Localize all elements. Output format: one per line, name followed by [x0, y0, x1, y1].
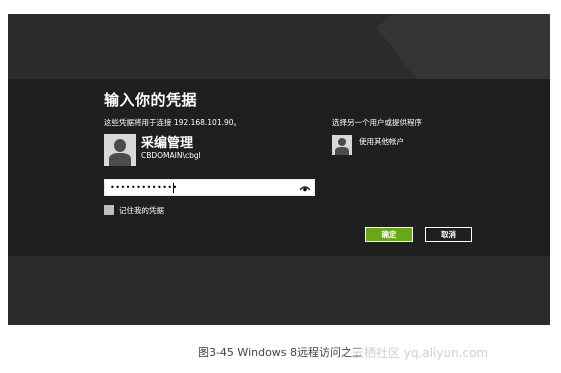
- user-avatar[interactable]: [104, 134, 136, 166]
- remote-desktop-screen: 输入你的凭据 这些凭据将用于连接 192.168.101.90。 采编管理 CB…: [8, 14, 550, 325]
- watermark: 云栖社区 yq.aliyun.com: [352, 346, 489, 360]
- password-field[interactable]: •••••••••••••: [104, 179, 315, 196]
- cancel-button[interactable]: 取消: [425, 227, 472, 242]
- eye-icon[interactable]: [300, 185, 310, 192]
- credential-dialog: 输入你的凭据 这些凭据将用于连接 192.168.101.90。 采编管理 CB…: [8, 79, 550, 256]
- other-account-avatar[interactable]: [332, 135, 352, 155]
- avatar-head: [114, 139, 126, 152]
- avatar-body: [109, 153, 131, 166]
- text-caret: [173, 183, 174, 193]
- user-display-name: 采编管理: [141, 136, 194, 151]
- dialog-subtitle: 这些凭据将用于连接 192.168.101.90。: [104, 118, 242, 127]
- use-other-account-option[interactable]: 使用其他帐户: [359, 136, 404, 147]
- other-user-heading: 选择另一个用户或提供程序: [332, 118, 422, 127]
- remember-credentials-label: 记住我的凭据: [119, 206, 164, 215]
- checkbox-box[interactable]: [104, 205, 114, 215]
- dialog-title: 输入你的凭据: [104, 91, 198, 109]
- password-masked-value: •••••••••••••: [110, 183, 178, 192]
- avatar-body: [335, 147, 349, 155]
- ok-button[interactable]: 确定: [365, 227, 413, 242]
- user-account-name: CBDOMAIN\cbgl: [141, 151, 201, 160]
- avatar-head: [338, 138, 346, 146]
